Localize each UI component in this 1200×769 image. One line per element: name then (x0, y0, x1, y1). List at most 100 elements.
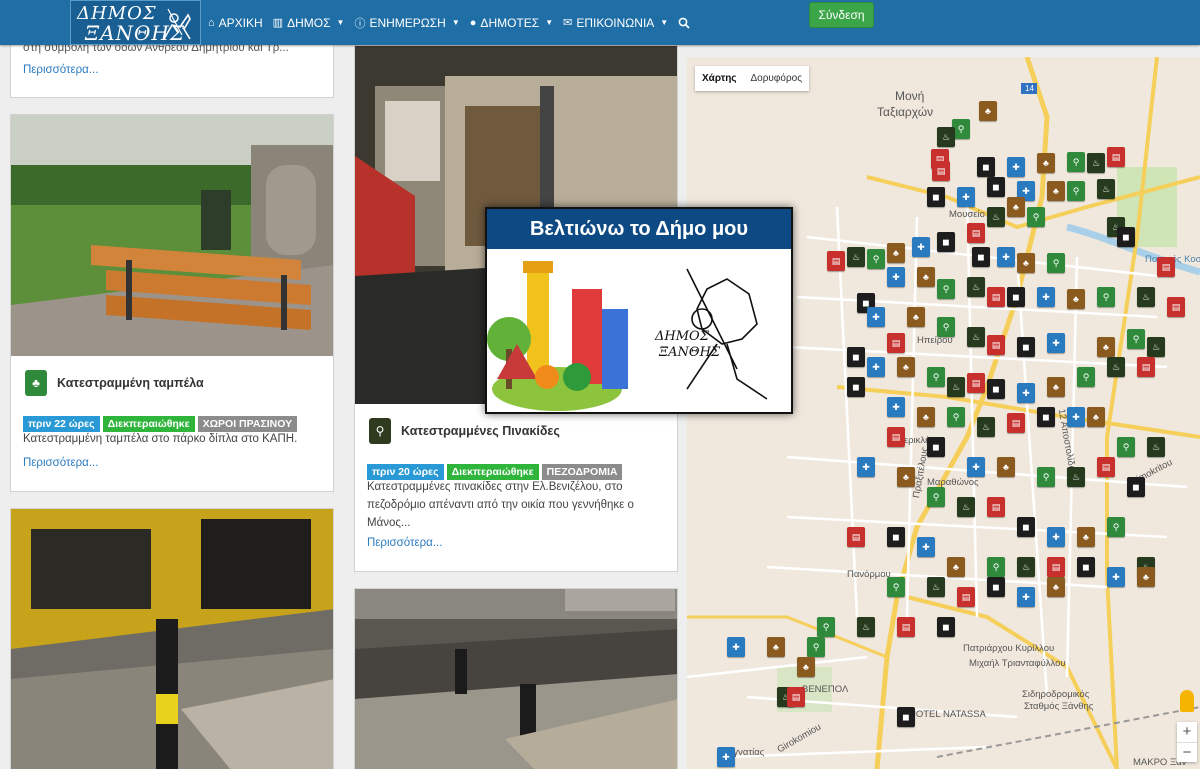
map-report-marker-icon[interactable]: ⚲ (937, 317, 955, 337)
map-report-marker-icon[interactable]: ♣ (997, 457, 1015, 477)
map-report-marker-icon[interactable]: ♨ (987, 207, 1005, 227)
map-report-marker-icon[interactable]: ◼ (887, 527, 905, 547)
map-report-marker-icon[interactable]: ▤ (887, 333, 905, 353)
map-report-marker-icon[interactable]: ♣ (1037, 153, 1055, 173)
map-report-marker-icon[interactable]: ⚲ (1097, 287, 1115, 307)
map-report-marker-icon[interactable]: ✚ (867, 307, 885, 327)
map-report-marker-icon[interactable]: ♣ (1137, 567, 1155, 587)
map-report-marker-icon[interactable]: ♣ (897, 467, 915, 487)
map-report-marker-icon[interactable]: ⚲ (927, 487, 945, 507)
street-view-pegman-icon[interactable] (1180, 690, 1194, 712)
map-report-marker-icon[interactable]: ⚲ (987, 557, 1005, 577)
map-report-marker-icon[interactable]: ▤ (987, 335, 1005, 355)
map-report-marker-icon[interactable]: ⚲ (1067, 181, 1085, 201)
map-report-marker-icon[interactable]: ✚ (957, 187, 975, 207)
map-report-marker-icon[interactable]: ♣ (1047, 577, 1065, 597)
map-report-marker-icon[interactable]: ⚲ (807, 637, 825, 657)
more-link[interactable]: Περισσότερα... (367, 537, 442, 549)
map-report-marker-icon[interactable]: ♣ (1097, 337, 1115, 357)
search-button[interactable] (678, 17, 690, 29)
map-report-marker-icon[interactable]: ✚ (1037, 287, 1055, 307)
map-report-marker-icon[interactable]: ◼ (987, 379, 1005, 399)
map-report-marker-icon[interactable]: ♣ (1047, 181, 1065, 201)
map-report-marker-icon[interactable]: ♣ (767, 637, 785, 657)
map-report-marker-icon[interactable]: ◼ (937, 232, 955, 252)
map-report-marker-icon[interactable]: ⚲ (1077, 367, 1095, 387)
map-report-marker-icon[interactable]: ♨ (937, 127, 955, 147)
map-report-marker-icon[interactable]: ♨ (1107, 357, 1125, 377)
map-report-marker-icon[interactable]: ✚ (1047, 527, 1065, 547)
map-report-marker-icon[interactable]: ◼ (927, 437, 945, 457)
card-title[interactable]: Κατεστραμμένη ταμπέλα (57, 376, 204, 390)
map-report-marker-icon[interactable]: ◼ (972, 247, 990, 267)
map-report-marker-icon[interactable]: ♣ (797, 657, 815, 677)
map-report-marker-icon[interactable]: ♣ (1077, 527, 1095, 547)
map-report-marker-icon[interactable]: ✚ (887, 267, 905, 287)
map-report-marker-icon[interactable]: ♣ (1047, 377, 1065, 397)
map-report-marker-icon[interactable]: ◼ (977, 157, 995, 177)
map-report-marker-icon[interactable]: ◼ (937, 617, 955, 637)
map-report-marker-icon[interactable]: ✚ (887, 397, 905, 417)
map-report-marker-icon[interactable]: ✚ (727, 637, 745, 657)
map-report-marker-icon[interactable]: ◼ (847, 347, 865, 367)
map-report-marker-icon[interactable]: ◼ (1017, 517, 1035, 537)
map-report-marker-icon[interactable]: ◼ (987, 577, 1005, 597)
map-report-marker-icon[interactable]: ⚲ (1027, 207, 1045, 227)
map-report-marker-icon[interactable]: ◼ (897, 707, 915, 727)
map-report-marker-icon[interactable]: ♨ (967, 277, 985, 297)
map-report-marker-icon[interactable]: ▤ (1047, 557, 1065, 577)
map-report-marker-icon[interactable]: ⚲ (1037, 467, 1055, 487)
map-report-marker-icon[interactable]: ✚ (1067, 407, 1085, 427)
map-report-marker-icon[interactable]: ▤ (1097, 457, 1115, 477)
map-report-marker-icon[interactable]: ⚲ (887, 577, 905, 597)
map-report-marker-icon[interactable]: ♣ (1017, 253, 1035, 273)
map-report-marker-icon[interactable]: ♨ (1137, 287, 1155, 307)
map-report-marker-icon[interactable]: ✚ (857, 457, 875, 477)
map-report-marker-icon[interactable]: ▤ (1157, 257, 1175, 277)
map-report-marker-icon[interactable]: ⚲ (1107, 517, 1125, 537)
map-report-marker-icon[interactable]: ♣ (1087, 407, 1105, 427)
map-report-marker-icon[interactable]: ♣ (947, 557, 965, 577)
map-report-marker-icon[interactable]: ⚲ (937, 279, 955, 299)
tab-map[interactable]: Χάρτης (695, 66, 744, 91)
map-report-marker-icon[interactable]: ▤ (827, 251, 845, 271)
tab-satellite[interactable]: Δορυφόρος (744, 66, 810, 91)
map-report-marker-icon[interactable]: ▤ (847, 527, 865, 547)
map-report-marker-icon[interactable]: ♨ (1017, 557, 1035, 577)
map-report-marker-icon[interactable]: ♣ (1007, 197, 1025, 217)
map-report-marker-icon[interactable]: ♣ (979, 101, 997, 121)
map-report-marker-icon[interactable]: ✚ (912, 237, 930, 257)
map-report-marker-icon[interactable]: ▤ (1137, 357, 1155, 377)
more-link[interactable]: Περισσότερα... (23, 64, 98, 76)
map-report-marker-icon[interactable]: ♨ (977, 417, 995, 437)
map-report-marker-icon[interactable]: ♣ (1067, 289, 1085, 309)
map-report-marker-icon[interactable]: ♨ (1087, 153, 1105, 173)
nav-item-contact[interactable]: ✉ ΕΠΙΚΟΙΝΩΝΙΑ ▼ (563, 16, 668, 30)
map-report-marker-icon[interactable]: ▤ (987, 497, 1005, 517)
map-report-marker-icon[interactable]: ◼ (987, 177, 1005, 197)
map-report-marker-icon[interactable]: ♨ (947, 377, 965, 397)
map-report-marker-icon[interactable]: ✚ (917, 537, 935, 557)
map-report-marker-icon[interactable]: ▤ (787, 687, 805, 707)
map-report-marker-icon[interactable]: ♨ (857, 617, 875, 637)
nav-item-news[interactable]: ⓘ ΕΝΗΜΕΡΩΣΗ ▼ (354, 15, 459, 31)
map-report-marker-icon[interactable]: ♨ (1147, 337, 1165, 357)
nav-item-home[interactable]: ⌂ ΑΡΧΙΚΗ (208, 16, 263, 30)
bollards-photo[interactable] (355, 589, 677, 769)
map-report-marker-icon[interactable]: ◼ (1007, 287, 1025, 307)
map-report-marker-icon[interactable]: ✚ (717, 747, 735, 767)
map-report-marker-icon[interactable]: ✚ (997, 247, 1015, 267)
map-report-marker-icon[interactable]: ▤ (887, 427, 905, 447)
excavator-photo[interactable] (11, 509, 333, 769)
map-report-marker-icon[interactable]: ✚ (1047, 333, 1065, 353)
map-report-marker-icon[interactable]: ⚲ (817, 617, 835, 637)
map-report-marker-icon[interactable]: ▤ (967, 223, 985, 243)
site-logo[interactable]: ΔΗΜΟΣ ΞΑΝΘΗΣ (70, 0, 201, 45)
map-report-marker-icon[interactable]: ◼ (847, 377, 865, 397)
map-report-marker-icon[interactable]: ✚ (867, 357, 885, 377)
map-report-marker-icon[interactable]: ▤ (987, 287, 1005, 307)
map-report-marker-icon[interactable]: ♨ (1097, 179, 1115, 199)
promo-overlay[interactable]: Βελτιώνω το Δήμο μου ΔΗΜΟΣ ΞΑΝΘΗΣ (485, 207, 793, 414)
map-report-marker-icon[interactable]: ◼ (1017, 337, 1035, 357)
map-report-marker-icon[interactable]: ♨ (927, 577, 945, 597)
